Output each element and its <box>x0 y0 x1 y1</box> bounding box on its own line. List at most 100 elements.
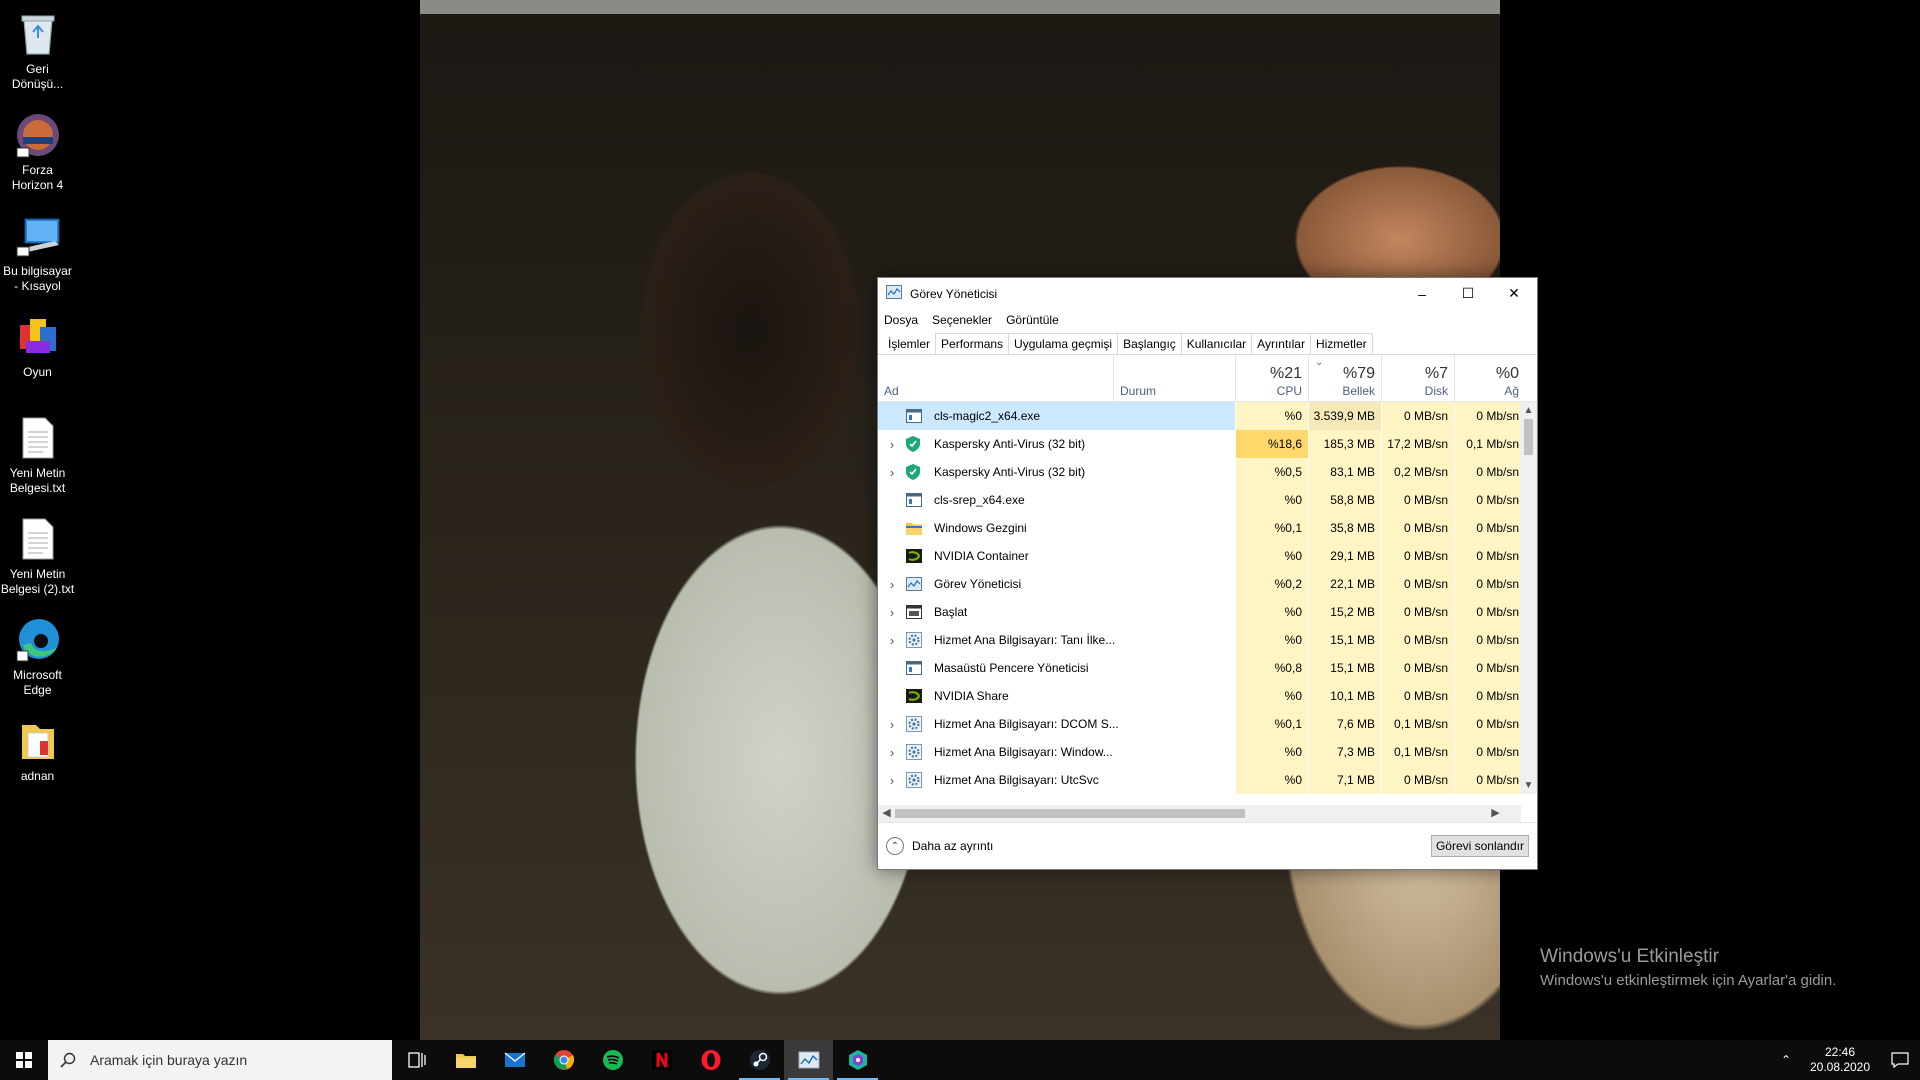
scroll-down-icon[interactable]: ▼ <box>1520 777 1537 794</box>
close-button[interactable]: ✕ <box>1491 278 1537 309</box>
process-cpu-cell: %0 <box>1235 402 1308 430</box>
taskbar-chrome[interactable] <box>539 1040 588 1080</box>
process-row[interactable]: › Hizmet Ana Bilgisayarı: UtcSvc %0 7,1 MB 0… <box>878 766 1537 794</box>
expand-chevron-icon[interactable]: › <box>878 437 906 452</box>
process-row[interactable]: › Kaspersky Anti-Virus (32 bit) %18,6 185,3… <box>878 430 1537 458</box>
taskbar-task-manager[interactable] <box>784 1040 833 1080</box>
taskbar-vpn[interactable] <box>833 1040 882 1080</box>
scroll-right-icon[interactable]: ▶ <box>1487 805 1504 822</box>
clock-date: 20.08.2020 <box>1809 1060 1871 1074</box>
vertical-scrollbar[interactable]: ▲ ▼ <box>1520 402 1537 794</box>
process-row[interactable]: › Kaspersky Anti-Virus (32 bit) %0,5 83,1 M… <box>878 458 1537 486</box>
scroll-up-icon[interactable]: ▲ <box>1520 402 1537 419</box>
process-net-cell: 0 Mb/sn <box>1454 682 1525 710</box>
desktop-icon-adnan[interactable]: adnan <box>0 713 75 814</box>
process-row[interactable]: › Hizmet Ana Bilgisayarı: Window... %0 7,3 … <box>878 738 1537 766</box>
expand-chevron-icon[interactable]: › <box>878 773 906 788</box>
process-row[interactable]: › Hizmet Ana Bilgisayarı: DCOM S... %0,1 7,… <box>878 710 1537 738</box>
maximize-button[interactable]: ☐ <box>1445 278 1491 309</box>
desktop-icon-this-pc[interactable]: Bu bilgisayar - Kısayol <box>0 208 75 309</box>
column-header-status[interactable]: Durum <box>1113 355 1235 402</box>
taskbar-opera[interactable] <box>686 1040 735 1080</box>
tab-kullanicilar[interactable]: Kullanıcılar <box>1180 333 1253 354</box>
end-task-button[interactable]: Görevi sonlandır <box>1430 835 1529 857</box>
start-button[interactable] <box>0 1040 48 1080</box>
chrome-icon <box>553 1050 574 1070</box>
minimize-button[interactable]: – <box>1399 278 1445 309</box>
menu-goruntule[interactable]: Görüntüle <box>1006 313 1059 327</box>
desktop-icon-label: Geri Dönüşü... <box>11 62 64 91</box>
task-view-button[interactable] <box>392 1040 441 1080</box>
less-details-button[interactable]: ⌃ Daha az ayrıntı <box>886 837 993 855</box>
show-hidden-icons-button[interactable]: ⌃ <box>1772 1053 1800 1067</box>
process-net-cell: 0 Mb/sn <box>1454 654 1525 682</box>
process-row[interactable]: NVIDIA Share %0 10,1 MB 0 MB/sn 0 Mb/sn <box>878 682 1537 710</box>
process-row[interactable]: › Görev Yöneticisi %0,2 22,1 MB 0 MB/sn 0 Mb/… <box>878 570 1537 598</box>
tab-ayrintilar[interactable]: Ayrıntılar <box>1251 333 1311 354</box>
expand-chevron-icon[interactable]: › <box>878 605 906 620</box>
clock[interactable]: 22:46 20.08.2020 <box>1800 1045 1880 1075</box>
taskbar-file-explorer[interactable] <box>441 1040 490 1080</box>
desktop-icon-recycle-bin[interactable]: Geri Dönüşü... <box>0 6 75 107</box>
expand-chevron-icon[interactable]: › <box>878 633 906 648</box>
desktop-icon-edge[interactable]: Microsoft Edge <box>0 612 75 713</box>
process-row[interactable]: NVIDIA Container %0 29,1 MB 0 MB/sn 0 Mb/sn <box>878 542 1537 570</box>
column-header-name[interactable]: Ad <box>878 355 1113 402</box>
desktop-icon-label: Bu bilgisayar - Kısayol <box>3 264 72 293</box>
desktop-icon-text-file-1[interactable]: Yeni Metin Belgesi.txt <box>0 410 75 511</box>
service-gear-icon <box>906 632 928 648</box>
tab-hizmetler[interactable]: Hizmetler <box>1309 333 1373 354</box>
taskbar-spotify[interactable] <box>588 1040 637 1080</box>
process-row[interactable]: Windows Gezgini %0,1 35,8 MB 0 MB/sn 0 Mb/sn <box>878 514 1537 542</box>
menu-dosya[interactable]: Dosya <box>884 313 918 327</box>
process-mem-cell: 10,1 MB <box>1308 682 1381 710</box>
notification-center-button[interactable] <box>1880 1052 1920 1068</box>
process-name-cell: › Başlat <box>878 598 1235 626</box>
process-net-cell: 0,1 Mb/sn <box>1454 430 1525 458</box>
process-row[interactable]: Masaüstü Pencere Yöneticisi %0,8 15,1 MB 0 … <box>878 654 1537 682</box>
process-net-cell: 0 Mb/sn <box>1454 402 1525 430</box>
expand-chevron-icon[interactable]: › <box>878 465 906 480</box>
process-row[interactable]: cls-srep_x64.exe %0 58,8 MB 0 MB/sn 0 Mb/sn <box>878 486 1537 514</box>
spotify-icon <box>602 1050 623 1070</box>
process-disk-cell: 0,1 MB/sn <box>1381 738 1454 766</box>
notification-icon <box>1891 1052 1909 1068</box>
text-file-icon <box>14 515 62 563</box>
expand-chevron-icon[interactable]: › <box>878 577 906 592</box>
forza-horizon-icon <box>14 111 62 159</box>
menu-bar: Dosya Seçenekler Görüntüle <box>878 309 1537 331</box>
process-row[interactable]: › Hizmet Ana Bilgisayarı: Tanı İlke... %0 1… <box>878 626 1537 654</box>
scroll-left-icon[interactable]: ◀ <box>878 805 895 822</box>
scroll-thumb[interactable] <box>895 809 1245 818</box>
column-header-network[interactable]: %0 Ağ <box>1454 355 1525 402</box>
tab-baslangic[interactable]: Başlangıç <box>1117 333 1182 354</box>
column-header-cpu[interactable]: %21 CPU <box>1235 355 1308 402</box>
tab-performans[interactable]: Performans <box>935 333 1010 354</box>
column-header-memory[interactable]: ⌄ %79 Bellek <box>1308 355 1381 402</box>
desktop-icon-text-file-2[interactable]: Yeni Metin Belgesi (2).txt <box>0 511 75 612</box>
desktop-icon-oyun[interactable]: Oyun <box>0 309 75 410</box>
process-row[interactable]: › Başlat %0 15,2 MB 0 MB/sn 0 Mb/sn <box>878 598 1537 626</box>
expand-chevron-icon[interactable]: › <box>878 717 906 732</box>
taskbar-mail[interactable] <box>490 1040 539 1080</box>
desktop-icon-label: Yeni Metin Belgesi (2).txt <box>0 567 75 596</box>
search-box[interactable]: Aramak için buraya yazın <box>48 1040 392 1080</box>
column-header-disk[interactable]: %7 Disk <box>1381 355 1454 402</box>
task-manager-icon <box>798 1051 819 1069</box>
process-name-cell: › Hizmet Ana Bilgisayarı: Tanı İlke... <box>878 626 1235 654</box>
horizontal-scrollbar[interactable]: ◀ ▶ <box>878 805 1521 822</box>
service-gear-icon <box>906 744 928 760</box>
taskbar-netflix[interactable] <box>637 1040 686 1080</box>
taskbar-steam[interactable] <box>735 1040 784 1080</box>
process-net-cell: 0 Mb/sn <box>1454 542 1525 570</box>
menu-secenekler[interactable]: Seçenekler <box>932 313 992 327</box>
tab-islemler[interactable]: İşlemler <box>882 333 937 354</box>
process-mem-cell: 29,1 MB <box>1308 542 1381 570</box>
tab-uygulama-gecmisi[interactable]: Uygulama geçmişi <box>1008 333 1119 354</box>
process-name: Kaspersky Anti-Virus (32 bit) <box>934 465 1086 479</box>
scroll-thumb[interactable] <box>1524 419 1533 455</box>
expand-chevron-icon[interactable]: › <box>878 745 906 760</box>
process-row[interactable]: cls-magic2_x64.exe %0 3.539,9 MB 0 MB/sn 0 M… <box>878 402 1537 430</box>
title-bar[interactable]: Görev Yöneticisi – ☐ ✕ <box>878 278 1537 309</box>
desktop-icon-forza[interactable]: Forza Horizon 4 <box>0 107 75 208</box>
